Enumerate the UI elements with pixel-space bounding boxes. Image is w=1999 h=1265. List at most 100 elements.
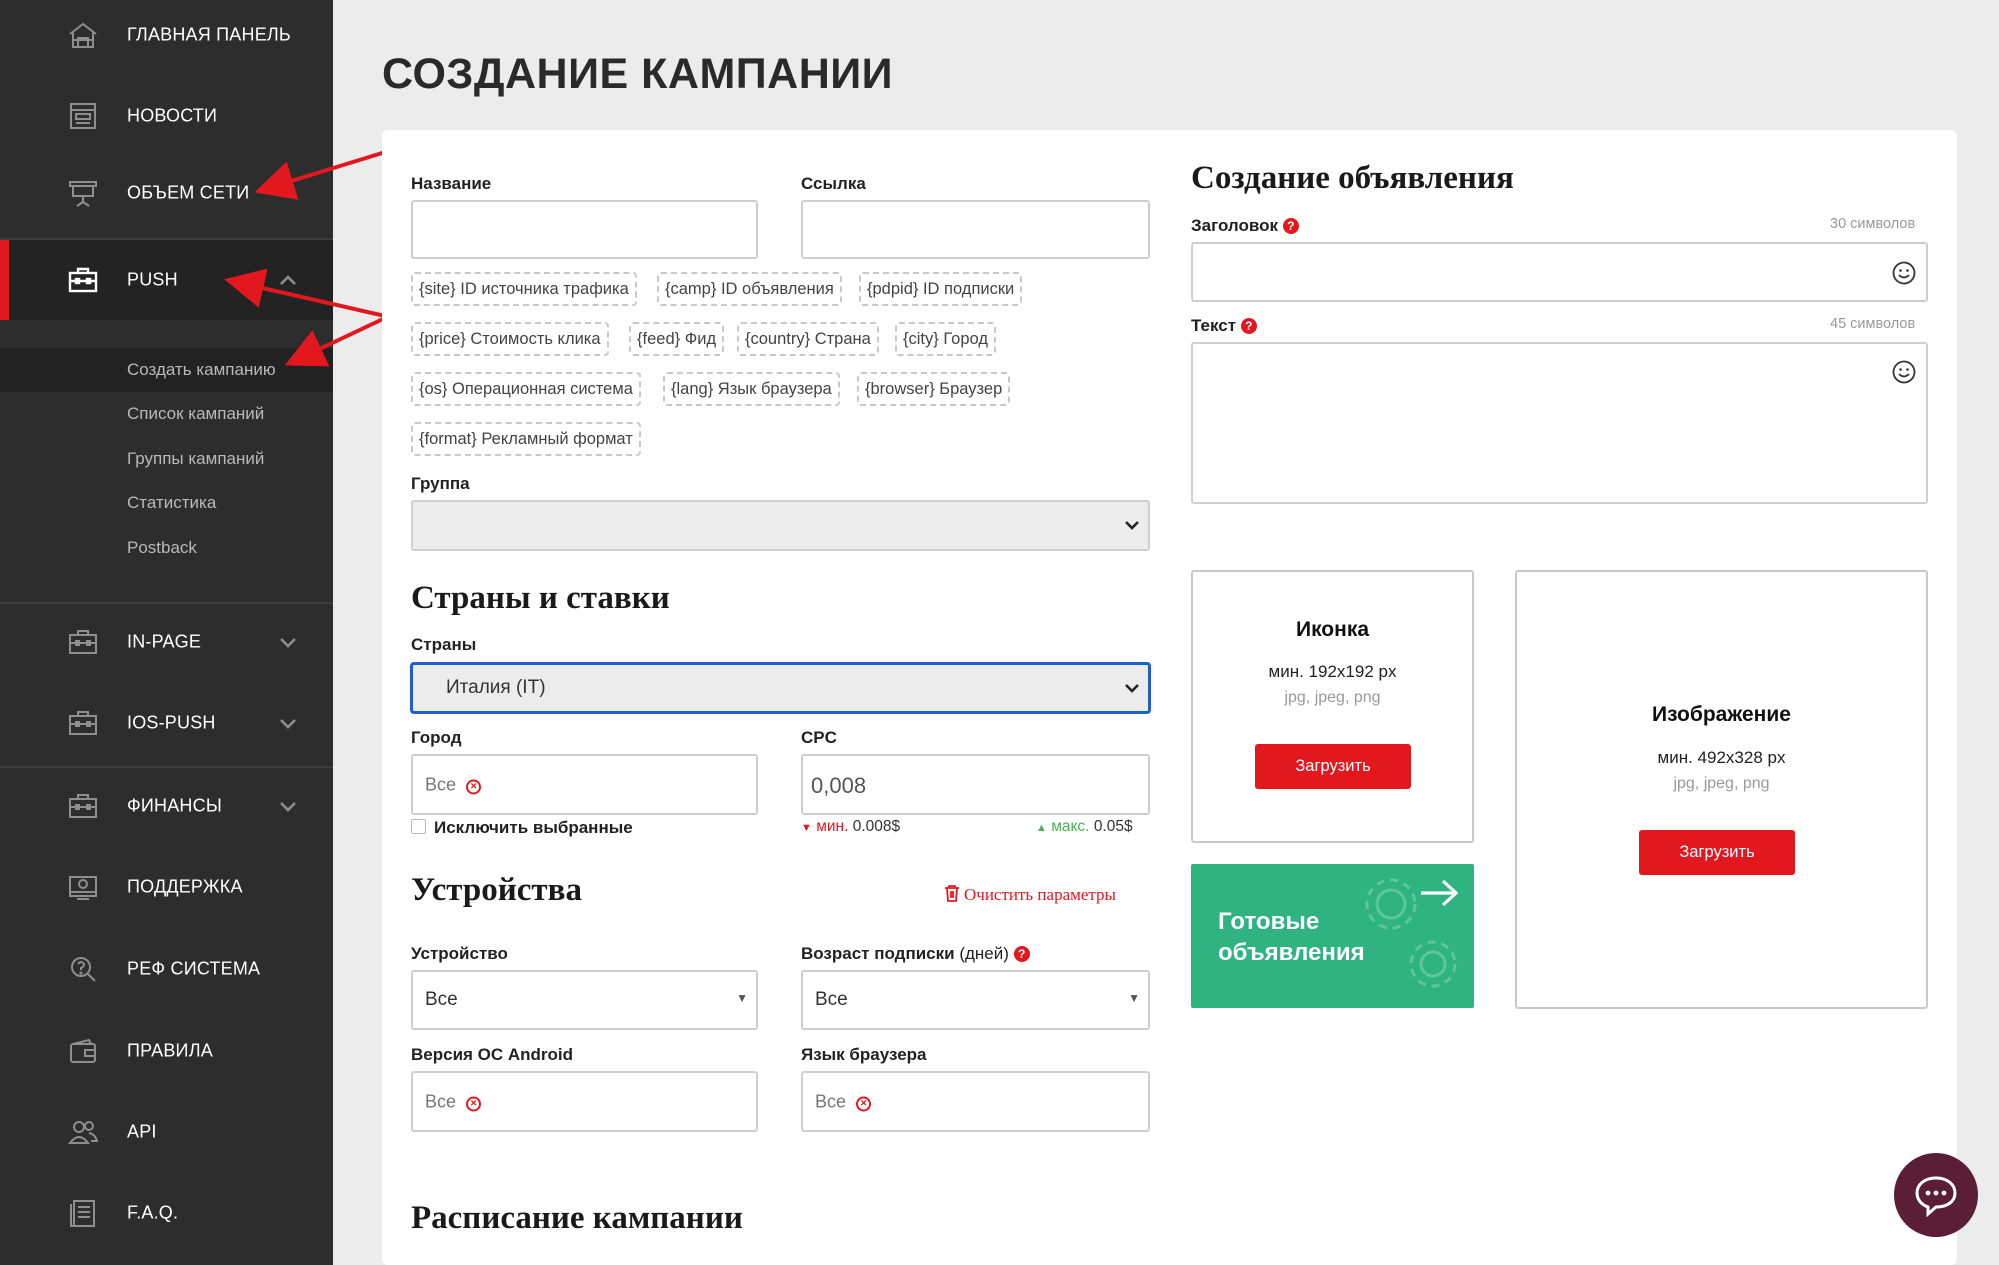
icon-box-size: мин. 192x192 px [1268,662,1397,681]
macro-tag[interactable]: {camp} ID объявления [657,272,842,306]
city-label: Город [411,728,462,747]
help-icon[interactable]: ? [1282,218,1299,234]
text-label: Текст ? [1191,316,1257,336]
remove-icon[interactable]: × [856,1096,872,1111]
icon-upload-button[interactable]: Загрузить [1255,744,1411,789]
remove-icon[interactable]: × [466,779,482,794]
ready-ads-banner[interactable]: Готовые объявления [1191,864,1474,1008]
chevron-down-icon[interactable] [279,634,297,650]
icon-box-title: Иконка [1295,618,1370,641]
lang-label: Язык браузера [801,1045,927,1064]
lang-chip[interactable]: Все × [815,1091,872,1112]
city-input[interactable]: Все × [411,754,758,815]
android-label: Версия ОС Android [411,1045,574,1064]
sub-age-select[interactable]: Все ▼ [801,970,1150,1030]
nav-faq[interactable]: F.A.Q. [0,1178,333,1248]
chevron-up-icon[interactable] [279,272,297,288]
nav-label: ПРАВИЛА [127,1040,213,1061]
cpc-min-value: 0.008$ [852,818,901,835]
nav-news[interactable]: НОВОСТИ [0,81,333,151]
macro-tag[interactable]: {price} Стоимость клика [411,322,609,356]
icon-box-formats: jpg, jpeg, png [1284,689,1381,706]
nav-api[interactable]: API [0,1097,333,1167]
divider [0,602,333,604]
emoji-icon[interactable] [1892,261,1916,285]
title-input[interactable] [1191,242,1928,302]
macro-tag[interactable]: {lang} Язык браузера [663,372,840,406]
nav-ios-push[interactable]: IOS-PUSH [0,688,333,758]
chat-widget-button[interactable] [1894,1153,1978,1237]
nav-rules[interactable]: ПРАВИЛА [0,1016,333,1086]
macro-tag[interactable]: {feed} Фид [629,322,725,356]
triangle-down-icon: ▼ [801,822,812,834]
nav-finance[interactable]: ФИНАНСЫ [0,771,333,841]
chip-label: Все [425,1091,457,1111]
exclude-label: Исключить выбранные [434,818,633,837]
link-input[interactable] [801,200,1150,259]
macro-tag[interactable]: {city} Город [895,322,996,356]
home-icon [67,20,99,50]
sub-age-unit: (дней) [954,944,1009,963]
help-icon[interactable]: ? [1240,318,1257,334]
caret-down-icon: ▼ [736,991,748,1005]
name-input[interactable] [411,200,758,259]
countries-label: Страны [411,635,477,654]
campaign-form-card: Название Ссылка {site} ID источника траф… [382,130,1957,1265]
sub-campaign-list[interactable]: Список кампаний [0,392,333,436]
sub-age-label: Возраст подписки (дней) ? [801,944,1030,964]
city-chip[interactable]: Все × [425,774,482,795]
sub-label: Создать кампанию [127,360,276,379]
device-value: Все [425,989,458,1010]
nav-push[interactable]: PUSH [0,240,333,320]
cpc-max-value: 0.05$ [1093,818,1133,835]
exclude-checkbox[interactable] [411,819,426,834]
macro-tag[interactable]: {country} Страна [737,322,879,356]
image-upload-button[interactable]: Загрузить [1639,830,1795,875]
device-select[interactable]: Все ▼ [411,970,758,1030]
sub-create-campaign[interactable]: Создать кампанию [0,348,333,392]
cpc-label: CPC [801,728,837,747]
macro-tag[interactable]: {pdpid} ID подписки [859,272,1023,306]
users-icon [67,1117,99,1147]
sub-campaign-groups[interactable]: Группы кампаний [0,437,333,481]
macro-tag[interactable]: {os} Операционная система [411,372,641,406]
devices-heading: Устройства [411,872,582,908]
chevron-down-icon[interactable] [279,798,297,814]
emoji-icon[interactable] [1892,360,1916,384]
briefcase-icon [67,265,99,295]
clear-params-link[interactable]: Очистить параметры [944,884,1116,905]
group-select[interactable] [411,500,1150,551]
nav-dashboard[interactable]: ГЛАВНАЯ ПАНЕЛЬ [0,0,333,70]
macro-tag[interactable]: {browser} Браузер [857,372,1011,406]
briefcase-icon [67,791,99,821]
title-char-limit: 30 символов [1830,216,1916,232]
sub-postback[interactable]: Postback [0,526,333,570]
text-char-limit: 45 символов [1830,316,1916,332]
remove-icon[interactable]: × [466,1096,482,1111]
lang-input[interactable]: Все × [801,1071,1150,1132]
trash-icon [945,885,959,902]
sub-label: Статистика [127,493,217,512]
macro-tag[interactable]: {format} Рекламный формат [411,422,641,456]
image-upload-box: Изображение мин. 492x328 px jpg, jpeg, p… [1515,570,1928,1009]
chevron-down-icon [1125,521,1139,530]
nav-label: IOS-PUSH [127,712,216,733]
android-chip[interactable]: Все × [425,1091,482,1112]
sidebar: ГЛАВНАЯ ПАНЕЛЬ НОВОСТИ ОБЪЕМ СЕТИ PUSH С… [0,0,333,1265]
nav-referral[interactable]: РЕФ СИСТЕМА [0,934,333,1004]
sub-age-value: Все [815,989,848,1010]
text-textarea[interactable] [1191,342,1928,504]
chip-label: Все [425,774,457,794]
ready-ads-label: Готовые объявления [1218,908,1365,966]
chevron-down-icon[interactable] [279,715,297,731]
cpc-input[interactable]: 0,008 [801,754,1150,815]
macro-tag[interactable]: {site} ID источника трафика [411,272,637,306]
sub-statistics[interactable]: Статистика [0,481,333,525]
nav-support[interactable]: ПОДДЕРЖКА [0,852,333,922]
nav-in-page[interactable]: IN-PAGE [0,607,333,677]
help-icon[interactable]: ? [1013,946,1030,962]
countries-select[interactable]: Италия (IT) [411,663,1150,713]
support-icon [67,872,99,902]
android-input[interactable]: Все × [411,1071,758,1132]
nav-network-volume[interactable]: ОБЪЕМ СЕТИ [0,158,333,228]
